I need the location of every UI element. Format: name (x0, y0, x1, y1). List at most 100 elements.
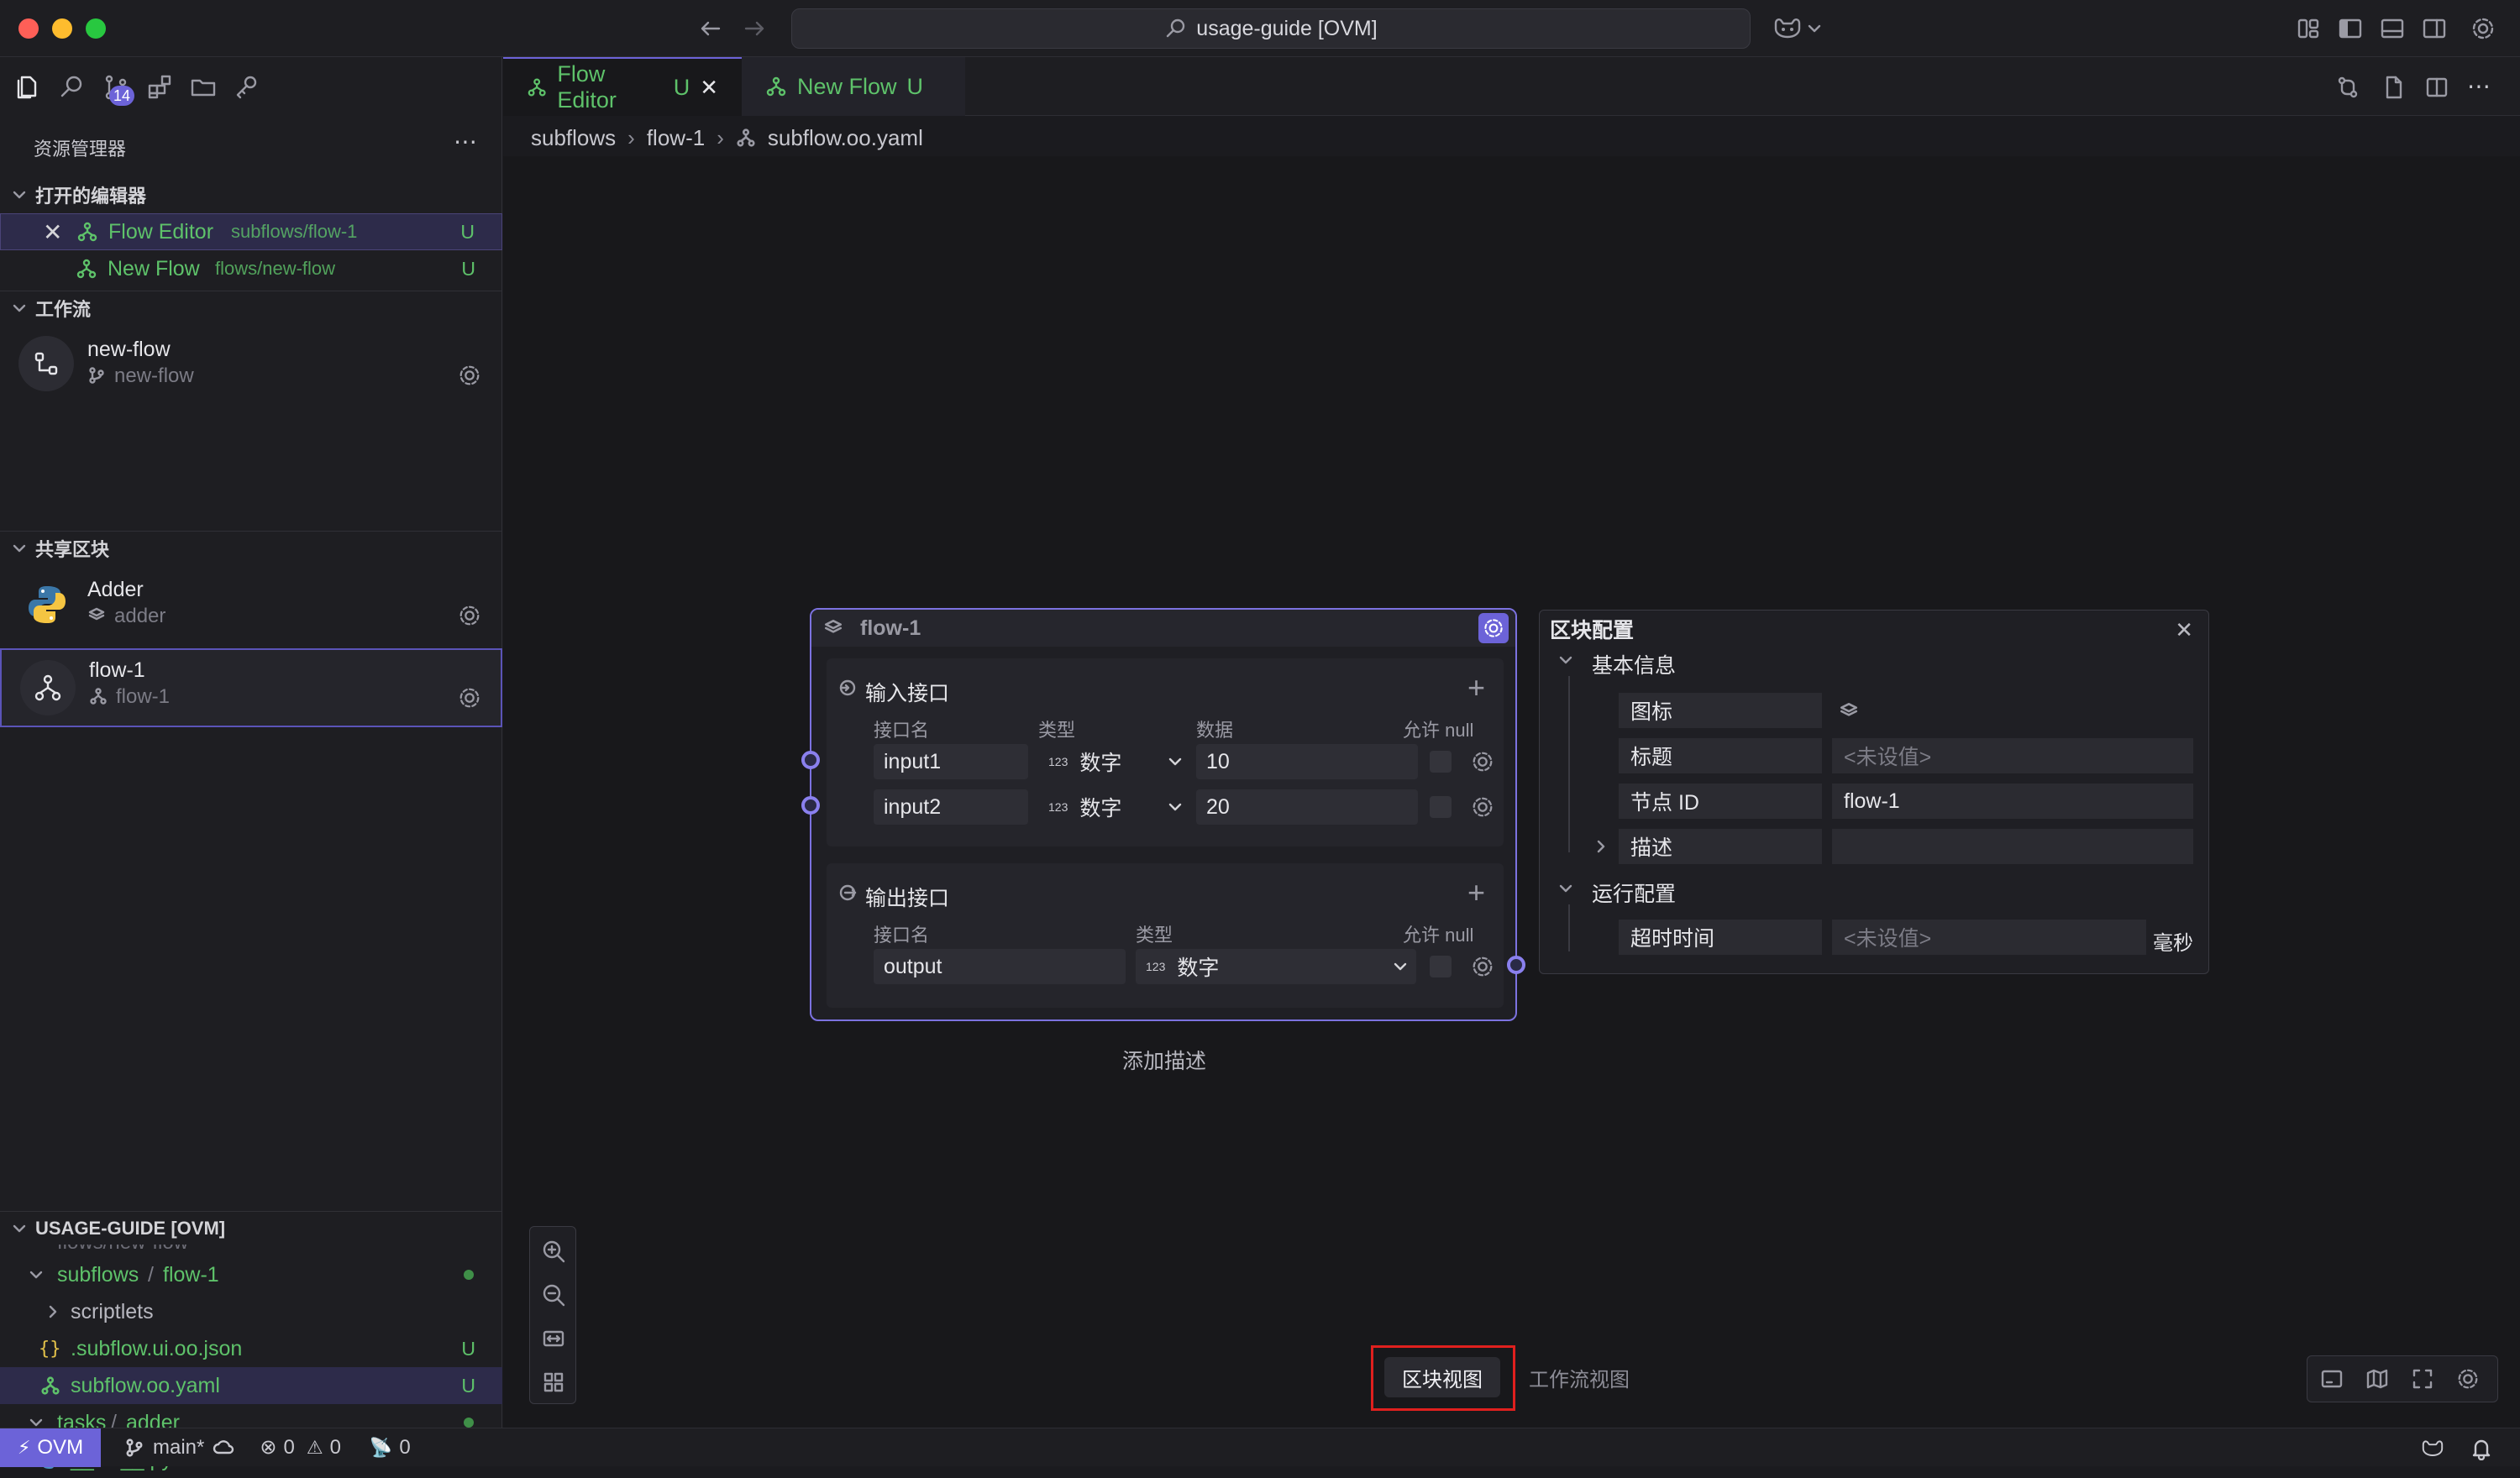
map-icon[interactable] (2365, 1366, 2390, 1392)
terminal-icon[interactable] (2319, 1366, 2344, 1392)
gear-icon[interactable] (1470, 749, 1495, 774)
port-type-select[interactable]: 123 数字 (1136, 949, 1416, 984)
error-count: 0 (283, 1435, 295, 1459)
port-type-select[interactable]: 123 数字 (1038, 744, 1188, 779)
command-center-search[interactable]: usage-guide [OVM] (791, 8, 1751, 49)
fullscreen-icon[interactable] (2410, 1366, 2435, 1392)
more-actions-icon[interactable]: ⋯ (454, 128, 479, 155)
output-port-handle[interactable] (1507, 956, 1525, 974)
close-icon[interactable]: ✕ (700, 75, 718, 101)
tree-file-label: subflow.oo.yaml (71, 1373, 220, 1397)
workspace-header[interactable]: USAGE-GUIDE [OVM] (0, 1211, 502, 1245)
toggle-secondary-sidebar-icon[interactable] (2421, 15, 2448, 42)
gear-icon[interactable] (457, 603, 482, 628)
maximize-window-button[interactable] (86, 18, 106, 39)
title-input[interactable]: <未设值> (1832, 738, 2193, 773)
toggle-panel-icon[interactable] (2379, 15, 2406, 42)
inputs-panel: 输入接口 + 接口名 类型 数据 允许 null input1 123 数字 1… (827, 658, 1504, 846)
tab-new-flow[interactable]: New Flow U (742, 57, 965, 116)
node-id-input[interactable]: flow-1 (1832, 784, 2193, 819)
port-value-input[interactable]: 10 (1196, 744, 1418, 779)
close-icon[interactable]: ✕ (43, 218, 62, 246)
add-output-icon[interactable]: + (1467, 875, 1485, 910)
timeout-input[interactable]: <未设值> (1832, 920, 2146, 955)
node-settings-button[interactable] (1478, 613, 1509, 643)
shared-block-card[interactable]: Adder adder (0, 568, 502, 643)
allow-null-checkbox[interactable] (1430, 796, 1452, 818)
node-header[interactable]: flow-1 (811, 610, 1515, 647)
close-icon[interactable]: ✕ (2175, 617, 2193, 643)
toggle-sidebar-icon[interactable] (2337, 15, 2364, 42)
chevron-right-icon[interactable] (1592, 837, 1610, 856)
copilot-icon[interactable] (1771, 15, 1804, 42)
copilot-icon[interactable] (2419, 1437, 2446, 1460)
port-name-input[interactable]: input2 (874, 789, 1028, 825)
tree-folder[interactable]: scriptlets (0, 1293, 502, 1330)
breadcrumb-item[interactable]: flow-1 (647, 125, 705, 151)
description-label: 描述 (1619, 829, 1822, 864)
workflow-view-button[interactable]: 工作流视图 (1515, 1357, 1643, 1397)
port-name-input[interactable]: input1 (874, 744, 1028, 779)
block-icon[interactable] (1839, 701, 1859, 721)
allow-null-checkbox[interactable] (1430, 751, 1452, 773)
tree-file[interactable]: subflow.oo.yaml U (0, 1367, 502, 1404)
shared-block-card[interactable]: flow-1 flow-1 (0, 648, 502, 727)
compare-icon[interactable] (2334, 74, 2361, 101)
more-actions-icon[interactable]: ⋯ (2467, 72, 2491, 100)
bell-icon[interactable] (2470, 1437, 2493, 1460)
shared-blocks-header[interactable]: 共享区块 (0, 531, 502, 564)
breadcrumb-item[interactable]: subflows (531, 125, 616, 151)
tab-flow-editor[interactable]: Flow Editor U ✕ (503, 57, 742, 116)
fit-view-icon[interactable] (541, 1326, 566, 1351)
input-port-handle[interactable] (801, 796, 820, 815)
customize-layout-icon[interactable] (2295, 15, 2322, 42)
zoom-in-icon[interactable] (541, 1239, 566, 1264)
tree-folder[interactable]: subflows / flow-1 (0, 1256, 502, 1293)
chevron-down-icon (29, 1271, 43, 1279)
problems-indicator[interactable]: ⊗ 0 ⚠ 0 (260, 1435, 341, 1460)
open-editor-item[interactable]: ✕ Flow Editor subflows/flow-1 U (0, 213, 502, 250)
gear-icon[interactable] (457, 363, 482, 388)
description-input[interactable] (1832, 829, 2193, 864)
port-name-input[interactable]: output (874, 949, 1126, 984)
explorer-icon[interactable] (12, 72, 42, 102)
workflows-header[interactable]: 工作流 (0, 291, 502, 324)
gear-icon[interactable] (1470, 794, 1495, 820)
gear-icon[interactable] (1470, 954, 1495, 979)
col-null-label: 允许 null (1403, 925, 1474, 946)
gear-icon[interactable] (2470, 15, 2496, 42)
folder-icon[interactable] (188, 72, 218, 102)
back-arrow-icon[interactable] (697, 15, 724, 42)
remote-indicator[interactable]: ⚡ OVM (0, 1428, 101, 1467)
search-icon[interactable] (57, 72, 87, 102)
split-editor-icon[interactable] (2423, 74, 2450, 101)
port-value-input[interactable]: 20 (1196, 789, 1418, 825)
block-node[interactable]: flow-1 输入接口 + 接口名 类型 数据 允许 null input1 1… (801, 608, 1525, 1021)
input-port-handle[interactable] (801, 751, 820, 769)
add-description-link[interactable]: 添加描述 (1122, 1045, 1206, 1075)
workflow-card[interactable]: new-flow new-flow (0, 328, 502, 403)
auto-layout-icon[interactable] (541, 1370, 566, 1395)
chevron-down-icon[interactable] (1557, 651, 1575, 669)
branch-indicator[interactable]: main* (124, 1436, 234, 1460)
chevron-down-icon[interactable] (1557, 879, 1575, 898)
minimize-window-button[interactable] (52, 18, 72, 39)
gear-icon[interactable] (457, 685, 482, 710)
open-file-icon[interactable] (2380, 74, 2407, 101)
key-icon[interactable] (232, 72, 262, 102)
forward-arrow-icon[interactable] (741, 15, 768, 42)
tree-file[interactable]: {} .subflow.ui.oo.json U (0, 1330, 502, 1367)
node-id-label: 节点 ID (1619, 784, 1822, 819)
port-type-select[interactable]: 123 数字 (1038, 789, 1188, 825)
breadcrumb-item[interactable]: subflow.oo.yaml (768, 125, 923, 151)
ports-indicator[interactable]: 📡 0 (370, 1436, 411, 1460)
add-input-icon[interactable]: + (1467, 670, 1485, 705)
chevron-down-icon[interactable] (1806, 15, 1823, 42)
open-editors-header[interactable]: 打开的编辑器 (0, 178, 502, 212)
allow-null-checkbox[interactable] (1430, 956, 1452, 977)
zoom-out-icon[interactable] (541, 1282, 566, 1308)
extensions-icon[interactable] (144, 72, 175, 102)
open-editor-item[interactable]: New Flow flows/new-flow U (0, 250, 502, 287)
gear-icon[interactable] (2455, 1366, 2481, 1392)
close-window-button[interactable] (18, 18, 39, 39)
